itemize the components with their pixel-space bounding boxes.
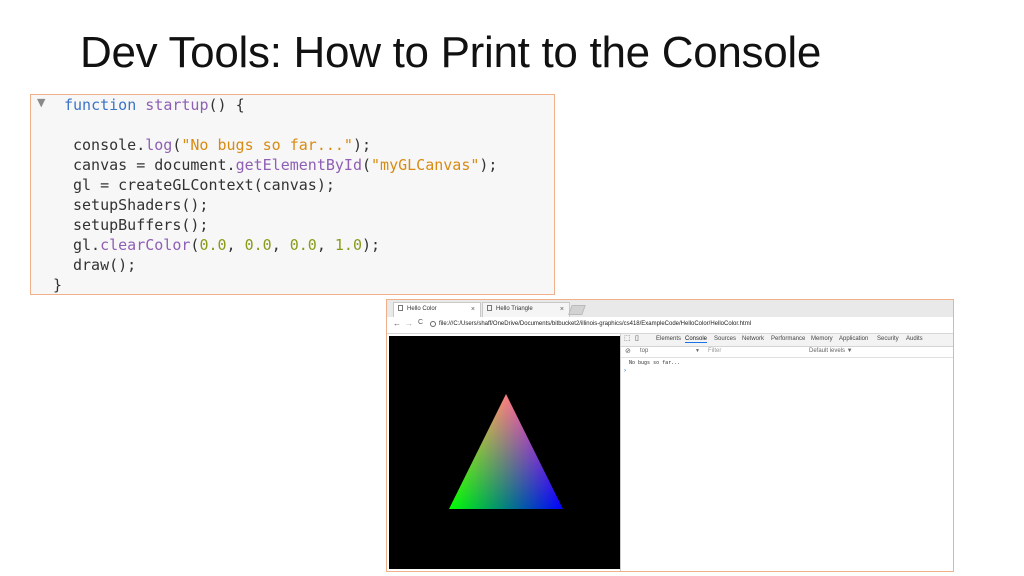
triangle-top-tint bbox=[449, 394, 563, 509]
address-bar: ← → C file:///C:/Users/shaff/OneDrive/Do… bbox=[387, 317, 953, 334]
forward-arrow-icon[interactable]: → bbox=[405, 319, 413, 328]
back-arrow-icon[interactable]: ← bbox=[393, 319, 401, 328]
page-icon bbox=[487, 305, 492, 311]
log-levels-select[interactable]: Default levels ▼ bbox=[809, 348, 853, 354]
code-line-setup-buffers: setupBuffers(); bbox=[73, 216, 209, 234]
tab-strip: Hello Color × Hello Triangle × bbox=[387, 300, 953, 317]
page-icon bbox=[398, 305, 403, 311]
code-line-close-brace: } bbox=[53, 276, 63, 294]
code-line-console-log: console.log("No bugs so far..."); bbox=[73, 136, 372, 154]
clear-console-icon[interactable]: ⊘ bbox=[625, 347, 631, 355]
code-line-create-context: gl = createGLContext(canvas); bbox=[73, 176, 335, 194]
devtools-panel: ⬚ ▯ Elements Console Sources Network Per… bbox=[620, 334, 953, 571]
reload-icon[interactable]: C bbox=[418, 319, 423, 326]
code-line-get-canvas: canvas = document.getElementById("myGLCa… bbox=[73, 156, 498, 174]
context-select[interactable]: top bbox=[640, 348, 648, 354]
console-prompt[interactable]: › bbox=[624, 368, 626, 374]
close-icon[interactable]: × bbox=[560, 303, 564, 316]
devtools-tab-security[interactable]: Security bbox=[877, 336, 899, 342]
device-toggle-icon[interactable]: ▯ bbox=[635, 334, 639, 342]
chevron-down-icon[interactable]: ▼ bbox=[695, 348, 700, 354]
fold-triangle-icon[interactable]: ▼ bbox=[37, 96, 45, 109]
code-panel: ▼ function startup() { console.log("No b… bbox=[30, 94, 555, 295]
devtools-tab-audits[interactable]: Audits bbox=[906, 336, 923, 342]
gl-canvas bbox=[389, 336, 620, 569]
devtools-tab-performance[interactable]: Performance bbox=[771, 336, 805, 342]
devtools-tab-console[interactable]: Console bbox=[685, 336, 708, 343]
devtools-tab-sources[interactable]: Sources bbox=[714, 336, 736, 342]
inspect-icon[interactable]: ⬚ bbox=[624, 334, 631, 342]
devtools-tab-memory[interactable]: Memory bbox=[811, 336, 833, 342]
url-field[interactable]: file:///C:/Users/shaff/OneDrive/Document… bbox=[439, 321, 751, 327]
console-output-line: No bugs so far... bbox=[629, 360, 681, 366]
new-tab-button[interactable] bbox=[568, 305, 586, 315]
devtools-tab-network[interactable]: Network bbox=[742, 336, 764, 342]
close-icon[interactable]: × bbox=[471, 303, 475, 316]
code-line-setup-shaders: setupShaders(); bbox=[73, 196, 209, 214]
slide-title: Dev Tools: How to Print to the Console bbox=[80, 28, 822, 77]
devtools-tab-application[interactable]: Application bbox=[839, 336, 868, 342]
triangle-svg bbox=[449, 394, 563, 509]
devtools-tab-elements[interactable]: Elements bbox=[656, 336, 681, 342]
code-line-function: function startup() { bbox=[64, 96, 245, 114]
browser-window: Hello Color × Hello Triangle × ← → C fil… bbox=[386, 299, 954, 572]
info-icon[interactable] bbox=[430, 321, 436, 327]
browser-tab-hello-color[interactable]: Hello Color × bbox=[393, 302, 481, 317]
code-line-draw: draw(); bbox=[73, 256, 137, 274]
browser-tab-hello-triangle[interactable]: Hello Triangle × bbox=[482, 302, 570, 317]
console-filter-bar: ⊘ top ▼ Filter Default levels ▼ bbox=[621, 346, 953, 358]
code-line-clear-color: gl.clearColor(0.0, 0.0, 0.0, 1.0); bbox=[73, 236, 381, 254]
filter-input[interactable]: Filter bbox=[708, 348, 721, 354]
